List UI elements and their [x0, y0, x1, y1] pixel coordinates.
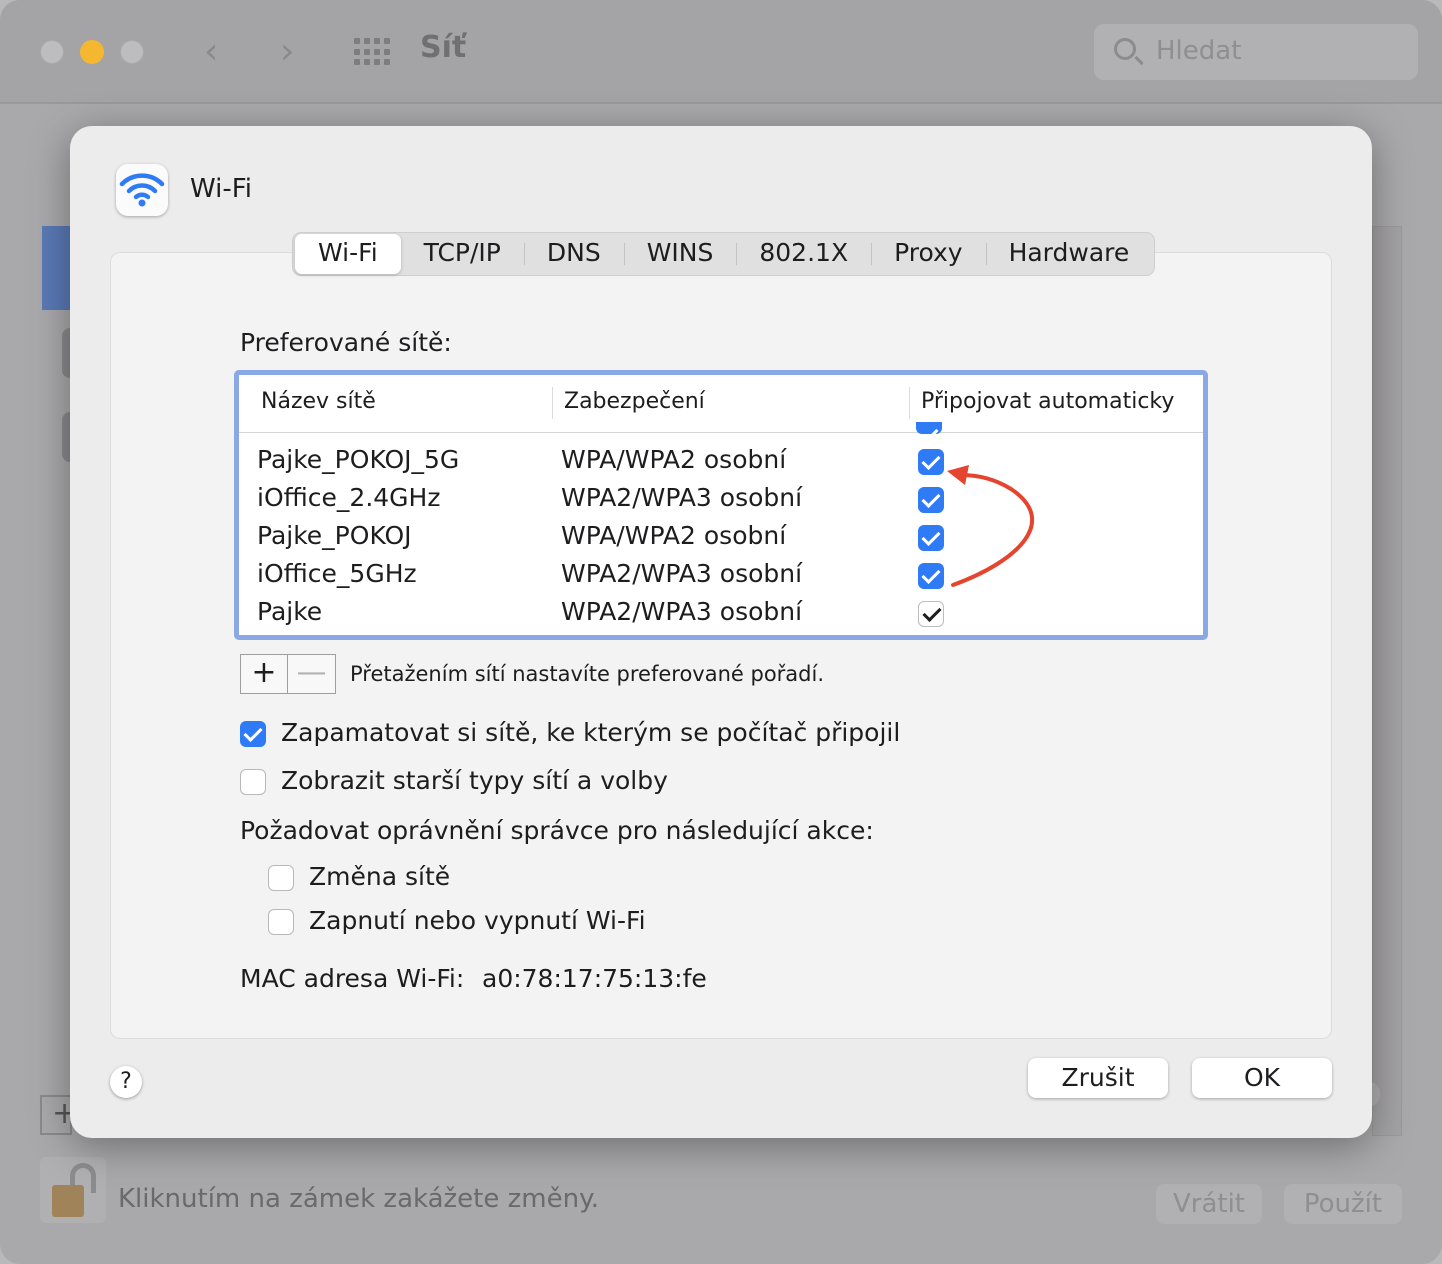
tab-8021x[interactable]: 802.1X — [736, 233, 871, 275]
network-security: WPA/WPA2 osobní — [561, 521, 787, 550]
remove-network-button[interactable]: — — [288, 655, 335, 693]
remember-networks-label[interactable]: Zapamatovat si sítě, ke kterým se počíta… — [281, 718, 900, 747]
tab-bar: Wi-Fi TCP/IP DNS WINS 802.1X Proxy Hardw… — [292, 232, 1156, 276]
table-row[interactable]: iOffice_5GHz WPA2/WPA3 osobní — [239, 557, 1203, 595]
network-name: iOffice_2.4GHz — [257, 483, 441, 512]
change-network-label[interactable]: Změna sítě — [309, 862, 450, 891]
tab-dns[interactable]: DNS — [523, 233, 624, 275]
apply-button[interactable]: Použít — [1284, 1184, 1402, 1224]
tab-hardware[interactable]: Hardware — [985, 233, 1153, 275]
back-arrow-icon[interactable]: ‹ — [204, 32, 218, 72]
column-network-name[interactable]: Název sítě — [261, 389, 376, 414]
table-row[interactable]: iOffice_2.4GHz WPA2/WPA3 osobní — [239, 481, 1203, 519]
preferred-networks-table[interactable]: Název sítě Zabezpečení Připojovat automa… — [234, 370, 1208, 640]
ok-button[interactable]: OK — [1192, 1058, 1332, 1098]
toggle-wifi-label[interactable]: Zapnutí nebo vypnutí Wi-Fi — [309, 906, 646, 935]
legacy-networks-label[interactable]: Zobrazit starší typy sítí a volby — [281, 766, 668, 795]
zoom-window-button[interactable] — [120, 40, 144, 64]
background-panel-edge — [1372, 226, 1402, 1136]
tab-wifi[interactable]: Wi-Fi — [295, 234, 401, 274]
preferred-networks-label: Preferované sítě: — [240, 328, 452, 357]
lock-icon[interactable] — [40, 1157, 106, 1223]
cancel-button[interactable]: Zrušit — [1028, 1058, 1168, 1098]
change-network-checkbox[interactable] — [268, 865, 294, 891]
network-security: WPA2/WPA3 osobní — [561, 559, 803, 588]
revert-button[interactable]: Vrátit — [1156, 1184, 1262, 1224]
forward-arrow-icon[interactable]: › — [280, 32, 294, 72]
sheet-title: Wi-Fi — [190, 174, 253, 204]
wifi-icon — [116, 164, 168, 216]
help-button[interactable]: ? — [110, 1066, 142, 1098]
wifi-advanced-sheet: Wi-Fi Wi-Fi TCP/IP DNS WINS 802.1X Proxy… — [70, 126, 1372, 1138]
tab-tcpip[interactable]: TCP/IP — [401, 233, 524, 275]
tab-proxy[interactable]: Proxy — [871, 233, 985, 275]
tab-wins[interactable]: WINS — [623, 233, 737, 275]
network-name: Pajke_POKOJ — [257, 521, 412, 550]
network-name: Pajke — [257, 597, 323, 626]
auto-join-checkbox[interactable] — [918, 601, 944, 627]
network-name: iOffice_5GHz — [257, 559, 417, 588]
toggle-wifi-checkbox[interactable] — [268, 909, 294, 935]
mac-address-label: MAC adresa Wi-Fi: — [240, 964, 465, 993]
column-security[interactable]: Zabezpečení — [564, 389, 705, 414]
network-name: Pajke_POKOJ_5G — [257, 445, 460, 474]
add-service-button[interactable]: + — [40, 1095, 77, 1135]
show-all-grid-icon[interactable] — [354, 38, 390, 66]
add-remove-control: + — — [240, 654, 336, 694]
annotation-arrow-icon — [947, 465, 1035, 587]
legacy-networks-checkbox[interactable] — [240, 769, 266, 795]
table-row[interactable]: Pajke_POKOJ WPA/WPA2 osobní — [239, 519, 1203, 557]
table-row[interactable]: Pajke_POKOJ_5G WPA/WPA2 osobní — [239, 443, 1203, 481]
titlebar: ‹ › Síť Hledat — [0, 0, 1442, 104]
search-field[interactable]: Hledat — [1094, 24, 1418, 80]
network-security: WPA2/WPA3 osobní — [561, 483, 803, 512]
admin-auth-heading: Požadovat oprávnění správce pro následuj… — [240, 816, 874, 845]
lock-text: Kliknutím na zámek zakážete změny. — [118, 1184, 600, 1214]
table-header: Název sítě Zabezpečení Připojovat automa… — [239, 375, 1203, 433]
mac-address-value: a0:78:17:75:13:fe — [482, 964, 707, 993]
network-security: WPA/WPA2 osobní — [561, 445, 787, 474]
window-title: Síť — [420, 30, 467, 65]
remember-networks-checkbox[interactable] — [240, 721, 266, 747]
network-security: WPA2/WPA3 osobní — [561, 597, 803, 626]
table-row[interactable]: Pajke WPA2/WPA3 osobní — [239, 595, 1203, 633]
add-network-button[interactable]: + — [241, 655, 288, 693]
column-auto-join[interactable]: Připojovat automaticky — [921, 389, 1174, 414]
auto-join-checkbox-partial[interactable] — [916, 422, 942, 434]
drag-hint-text: Přetažením sítí nastavíte preferované po… — [350, 662, 825, 686]
close-window-button[interactable] — [40, 40, 64, 64]
search-placeholder: Hledat — [1156, 36, 1242, 66]
minimize-window-button[interactable] — [80, 40, 104, 64]
sidebar-selected-item[interactable] — [42, 226, 72, 310]
search-icon — [1114, 38, 1136, 60]
